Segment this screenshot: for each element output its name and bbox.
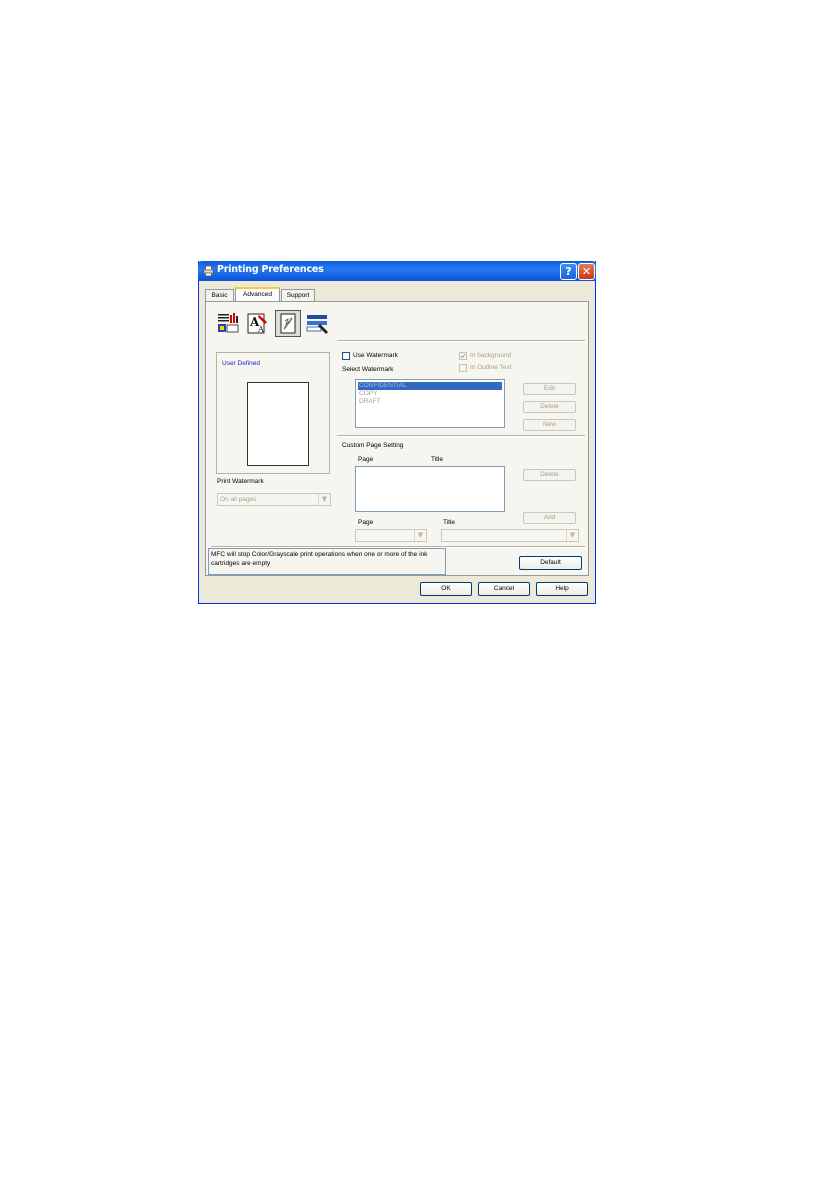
paper-preview [247, 382, 309, 466]
print-watermark-label: Print Watermark [217, 478, 264, 485]
use-watermark-checkbox[interactable] [342, 352, 350, 360]
preview-label: User Defined [222, 360, 260, 367]
edit-watermark-button[interactable]: Edit [523, 383, 576, 395]
delete-custom-page-button[interactable]: Delete [523, 469, 576, 481]
in-background-label: In background [470, 352, 512, 359]
print-watermark-select[interactable]: On all pages ▼ [217, 493, 331, 506]
help-title-button[interactable]: ? [560, 263, 577, 280]
watermark-list[interactable]: CONFIDENTIAL COPY DRAFT [355, 379, 505, 428]
device-options-icon [306, 315, 328, 334]
window-title: Printing Preferences [217, 264, 324, 275]
title-select-label: Title [443, 519, 456, 526]
new-watermark-button[interactable]: New [523, 419, 576, 431]
page-select[interactable]: ▼ [355, 529, 427, 542]
ink-warning-note: MFC will stop Color/Grayscale print oper… [208, 548, 446, 575]
chevron-down-icon: ▼ [318, 494, 330, 505]
select-watermark-label: Select Watermark [342, 366, 394, 373]
ok-button[interactable]: OK [420, 582, 472, 596]
print-quality-icon [218, 313, 239, 333]
page-select-label: Page [358, 519, 374, 526]
tab-basic[interactable]: Basic [205, 289, 234, 301]
in-background-checkbox[interactable] [459, 352, 467, 360]
add-custom-page-button[interactable]: Add [523, 512, 576, 524]
list-item[interactable]: COPY [358, 390, 502, 398]
in-outline-text-checkbox[interactable] [459, 364, 467, 372]
print-quality-button[interactable] [215, 310, 241, 337]
device-options-button[interactable] [305, 310, 331, 337]
custom-page-heading: Custom Page Setting [342, 442, 404, 449]
in-outline-text-label: In Outline Text [470, 364, 512, 371]
checkmark-icon [460, 353, 466, 359]
color-adjust-icon: A A [247, 313, 267, 334]
chevron-down-icon: ▼ [566, 530, 578, 541]
printing-preferences-dialog: Printing Preferences ? ✕ Basic Advanced … [198, 261, 596, 604]
advanced-panel: A A User Defined Print Watermark On all … [205, 301, 589, 576]
chevron-down-icon: ▼ [414, 530, 426, 541]
help-button[interactable]: Help [536, 582, 588, 596]
print-watermark-value: On all pages [220, 496, 257, 503]
cancel-button[interactable]: Cancel [478, 582, 530, 596]
use-watermark-label: Use Watermark [353, 352, 398, 359]
delete-watermark-button[interactable]: Delete [523, 401, 576, 413]
list-item[interactable]: DRAFT [358, 398, 502, 406]
section-divider [337, 435, 585, 437]
printer-icon [203, 265, 214, 277]
custom-page-list[interactable] [355, 466, 505, 512]
tab-support[interactable]: Support [281, 289, 315, 301]
color-adjust-button[interactable]: A A [245, 310, 271, 337]
watermark-button[interactable] [275, 310, 301, 337]
custom-page-col-title: Title [431, 456, 444, 463]
custom-page-col-page: Page [358, 456, 374, 463]
default-button[interactable]: Default [519, 556, 582, 570]
title-bar[interactable]: Printing Preferences ? ✕ [198, 261, 596, 281]
list-item[interactable]: CONFIDENTIAL [358, 382, 502, 390]
title-select[interactable]: ▼ [441, 529, 579, 542]
watermark-icon [280, 313, 296, 334]
svg-text:A: A [257, 325, 264, 334]
close-button[interactable]: ✕ [578, 263, 595, 280]
toolbar-divider [337, 340, 585, 342]
